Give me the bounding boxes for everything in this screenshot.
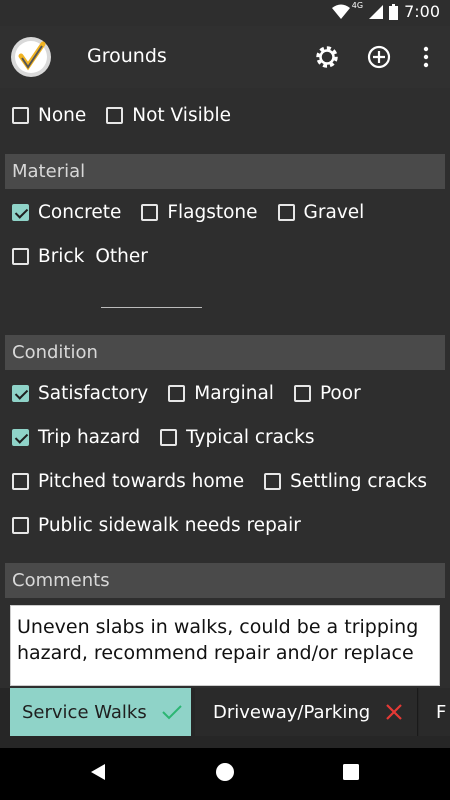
- checkbox-pitched-towards-home[interactable]: Pitched towards home: [12, 471, 244, 492]
- checkbox-typical-cracks[interactable]: Typical cracks: [160, 426, 315, 448]
- status-bar: 4G 7:00: [0, 0, 450, 26]
- settings-gear-icon[interactable]: [312, 42, 342, 72]
- other-label: Other: [95, 245, 148, 267]
- checkbox-box[interactable]: [141, 203, 159, 221]
- system-nav-bar: [0, 748, 450, 800]
- tab-label: Service Walks: [22, 701, 147, 723]
- battery-icon: [389, 3, 399, 20]
- checkbox-none[interactable]: None: [12, 105, 86, 126]
- checkbox-box[interactable]: [12, 106, 29, 124]
- checkbox-not-visible[interactable]: Not Visible: [106, 105, 231, 126]
- checkbox-box[interactable]: [160, 428, 178, 446]
- checkbox-label: Pitched towards home: [38, 470, 245, 492]
- home-icon[interactable]: [215, 762, 235, 782]
- checkbox-label: Trip hazard: [38, 426, 141, 448]
- recents-icon[interactable]: [343, 764, 359, 780]
- checkbox-box[interactable]: [264, 472, 282, 490]
- condition-section-header: Condition: [5, 335, 445, 370]
- app-logo-icon: [11, 37, 51, 77]
- other-material-input[interactable]: [101, 307, 202, 308]
- back-icon[interactable]: [89, 762, 107, 782]
- checkbox-brick[interactable]: Brick: [12, 246, 84, 267]
- checkbox-label: Settling cracks: [290, 470, 427, 492]
- page-title: Grounds: [87, 45, 167, 67]
- section-tabs: Service Walks Driveway/Parking F: [0, 688, 450, 748]
- visibility-row: None Not Visible: [12, 100, 231, 130]
- checkbox-concrete[interactable]: Concrete: [12, 202, 121, 223]
- checkbox-label: Poor: [319, 382, 361, 404]
- wifi-icon: [331, 4, 350, 19]
- close-x-icon: [386, 704, 402, 720]
- checkbox-settling-cracks[interactable]: Settling cracks: [264, 471, 427, 492]
- checkbox-box[interactable]: [168, 384, 186, 402]
- tab-driveway-parking[interactable]: Driveway/Parking: [195, 688, 418, 736]
- material-section-header: Material: [5, 154, 445, 189]
- checkbox-label: Gravel: [303, 201, 365, 223]
- checkbox-label: Brick: [38, 245, 85, 267]
- condition-row-4: Public sidewalk needs repair: [12, 510, 301, 540]
- material-row-1: Concrete Flagstone Gravel: [12, 197, 364, 227]
- tab-next[interactable]: F: [419, 688, 450, 736]
- checkbox-box[interactable]: [277, 203, 295, 221]
- checkbox-trip-hazard[interactable]: Trip hazard: [12, 427, 140, 448]
- checkbox-box[interactable]: [293, 384, 311, 402]
- checkbox-box[interactable]: [12, 516, 29, 534]
- status-time: 7:00: [404, 2, 440, 21]
- comments-textarea[interactable]: Uneven slabs in walks, could be a trippi…: [10, 605, 440, 686]
- checkbox-box[interactable]: [106, 106, 124, 124]
- checkbox-flagstone[interactable]: Flagstone: [141, 201, 258, 223]
- checkbox-label: None: [38, 104, 87, 126]
- tab-service-walks[interactable]: Service Walks: [10, 688, 191, 736]
- checkbox-label: Satisfactory: [38, 382, 149, 404]
- tab-label: F: [436, 701, 447, 723]
- condition-row-1: Satisfactory Marginal Poor: [12, 378, 361, 408]
- checkbox-satisfactory[interactable]: Satisfactory: [12, 383, 148, 404]
- add-icon[interactable]: [364, 42, 394, 72]
- checkbox-label: Public sidewalk needs repair: [38, 514, 301, 536]
- checkbox-label: Concrete: [38, 201, 122, 223]
- checkbox-label: Typical cracks: [186, 426, 315, 448]
- checkbox-box[interactable]: [12, 428, 29, 446]
- checkbox-box[interactable]: [12, 384, 29, 402]
- material-row-2: Brick Other: [12, 241, 148, 271]
- overflow-menu-icon[interactable]: [411, 42, 441, 72]
- checkbox-poor[interactable]: Poor: [293, 382, 361, 404]
- checkbox-marginal[interactable]: Marginal: [168, 383, 274, 404]
- condition-row-3: Pitched towards home Settling cracks: [12, 466, 427, 496]
- checkbox-label: Not Visible: [132, 104, 231, 126]
- checkbox-label: Marginal: [194, 382, 274, 404]
- signal-icon: [369, 4, 384, 19]
- app-bar: Grounds: [0, 26, 450, 88]
- comments-section-header: Comments: [5, 563, 445, 598]
- check-icon: [162, 705, 182, 720]
- checkbox-box[interactable]: [12, 472, 29, 490]
- checkbox-label: Flagstone: [167, 201, 258, 223]
- tab-label: Driveway/Parking: [213, 701, 371, 723]
- condition-row-2: Trip hazard Typical cracks: [12, 422, 315, 452]
- checkbox-public-sidewalk[interactable]: Public sidewalk needs repair: [12, 515, 301, 536]
- checkbox-box[interactable]: [12, 247, 29, 265]
- checkbox-gravel[interactable]: Gravel: [277, 201, 365, 223]
- network-type-label: 4G: [351, 1, 364, 10]
- checkbox-box[interactable]: [12, 203, 29, 221]
